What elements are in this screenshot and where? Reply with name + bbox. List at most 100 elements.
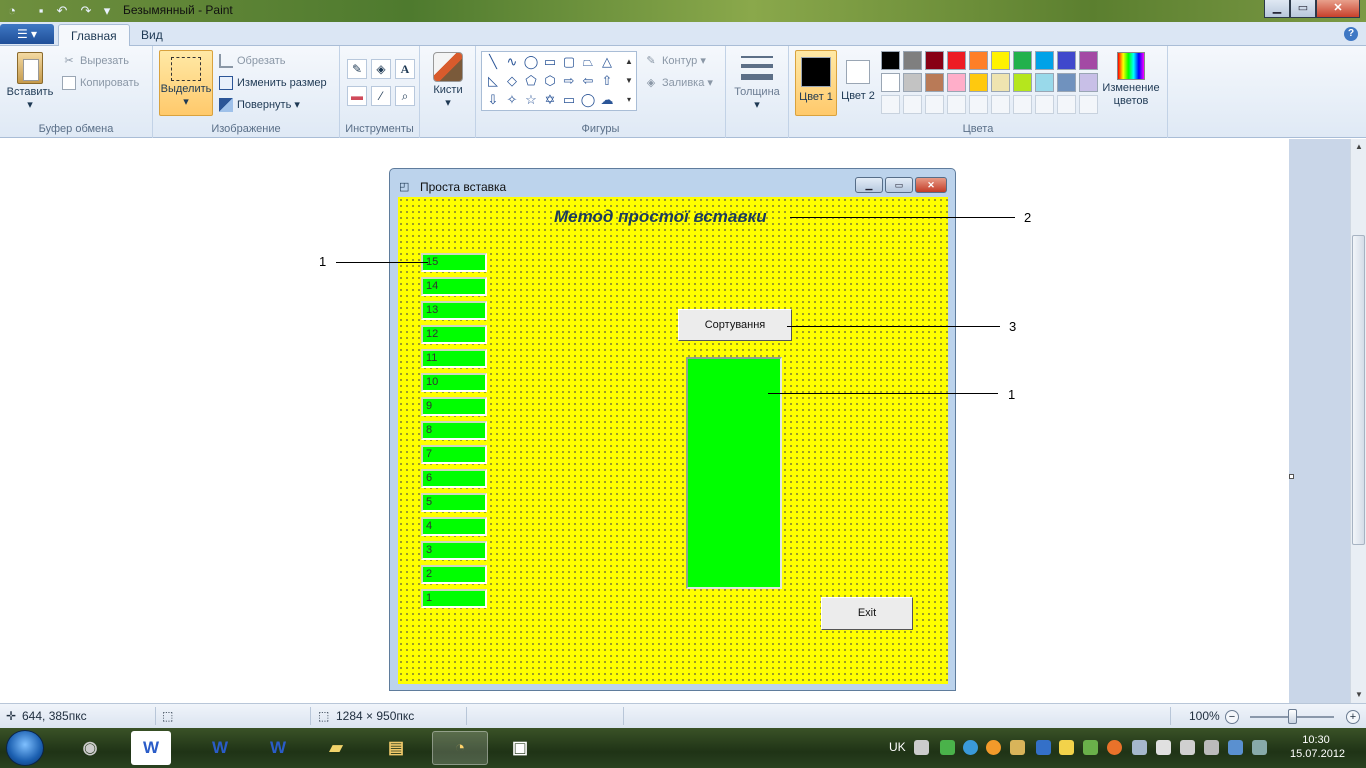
number-cell[interactable]: 7 — [421, 445, 487, 464]
fill-bucket-icon[interactable]: ◈ — [371, 59, 391, 79]
oval-shape-icon[interactable]: ◯ — [522, 53, 540, 71]
paint-taskbar-icon[interactable]: ◔ — [432, 731, 488, 765]
up-arrow-shape-icon[interactable]: ⇧ — [598, 72, 616, 90]
explorer-folder-icon[interactable]: ▤ — [368, 731, 424, 765]
paint-app-icon[interactable]: ◔ — [4, 3, 20, 19]
palette-empty-swatch[interactable] — [1057, 95, 1076, 114]
number-cell[interactable]: 2 — [421, 565, 487, 584]
palette-swatch[interactable] — [1057, 73, 1076, 92]
zoom-out-button[interactable]: − — [1225, 710, 1239, 724]
help-icon[interactable]: ? — [1344, 27, 1358, 41]
customize-toolbar-icon[interactable]: ▾ — [99, 3, 115, 19]
gallery-scroll-down-icon[interactable]: ▼ — [620, 72, 638, 90]
usb-tray-icon[interactable] — [1132, 740, 1147, 755]
close-button[interactable]: ✕ — [1316, 0, 1360, 18]
palette-empty-swatch[interactable] — [991, 95, 1010, 114]
language-indicator[interactable]: UK — [889, 740, 906, 754]
number-cell[interactable]: 9 — [421, 397, 487, 416]
undo-icon[interactable]: ↶ — [54, 3, 70, 19]
right-triangle-shape-icon[interactable]: ◺ — [484, 72, 502, 90]
polygon-shape-icon[interactable]: ⏢ — [579, 53, 597, 71]
number-cell[interactable]: 12 — [421, 325, 487, 344]
resize-button[interactable]: Изменить размер — [219, 74, 327, 92]
palette-swatch[interactable] — [947, 51, 966, 70]
number-cell[interactable]: 13 — [421, 301, 487, 320]
callout-rect-shape-icon[interactable]: ▭ — [560, 91, 578, 109]
cut-button[interactable]: ✂ Вырезать — [62, 52, 129, 70]
rounded-rectangle-shape-icon[interactable]: ▢ — [560, 53, 578, 71]
number-cell[interactable]: 3 — [421, 541, 487, 560]
four-point-star-shape-icon[interactable]: ✧ — [503, 91, 521, 109]
cloud-callout-shape-icon[interactable]: ☁ — [598, 91, 616, 109]
power-tray-icon[interactable] — [1252, 740, 1267, 755]
update-tray-icon[interactable] — [1083, 740, 1098, 755]
antivirus-tray-icon[interactable] — [1107, 740, 1122, 755]
palette-swatch[interactable] — [991, 51, 1010, 70]
palette-swatch[interactable] — [1035, 73, 1054, 92]
number-cell[interactable]: 11 — [421, 349, 487, 368]
palette-swatch[interactable] — [1013, 51, 1032, 70]
palette-swatch[interactable] — [925, 73, 944, 92]
pentagon-shape-icon[interactable]: ⬠ — [522, 72, 540, 90]
palette-swatch[interactable] — [1057, 51, 1076, 70]
palette-swatch[interactable] — [881, 51, 900, 70]
vk-tray-icon[interactable] — [1036, 740, 1051, 755]
sort-button[interactable]: Сортування — [678, 309, 792, 341]
flag-tray-icon[interactable] — [1204, 740, 1219, 755]
diamond-shape-icon[interactable]: ◇ — [503, 72, 521, 90]
rotate-button[interactable]: Повернуть ▾ — [219, 96, 300, 114]
palette-empty-swatch[interactable] — [1035, 95, 1054, 114]
palette-swatch[interactable] — [903, 51, 922, 70]
down-arrow-shape-icon[interactable]: ⇩ — [484, 91, 502, 109]
palette-empty-swatch[interactable] — [969, 95, 988, 114]
eraser-icon[interactable]: ▬ — [347, 86, 367, 106]
start-button[interactable] — [6, 730, 44, 766]
palette-swatch[interactable] — [1079, 51, 1098, 70]
visual-basic-taskbar-icon[interactable]: ▣ — [492, 731, 548, 765]
curve-shape-icon[interactable]: ∿ — [503, 53, 521, 71]
outline-button[interactable]: ✎ Контур ▾ — [644, 52, 705, 70]
volume-tray-icon[interactable] — [1180, 740, 1195, 755]
scroll-thumb[interactable] — [1352, 235, 1365, 545]
select-button[interactable]: Выделить ▾ — [159, 50, 213, 116]
left-arrow-shape-icon[interactable]: ⇦ — [579, 72, 597, 90]
palette-swatch[interactable] — [969, 73, 988, 92]
clock[interactable]: 10:30 15.07.2012 — [1290, 733, 1345, 761]
zoom-slider-knob[interactable] — [1288, 709, 1297, 724]
magnifier-icon[interactable]: ⌕ — [395, 86, 415, 106]
shapes-gallery[interactable]: ╲ ∿ ◯ ▭ ▢ ⏢ △ ◺ ◇ ⬠ ⬡ ⇨ ⇦ ⇧ ⇩ ✧ ☆ ✡ ▭ ◯ … — [481, 51, 637, 111]
palette-empty-swatch[interactable] — [947, 95, 966, 114]
tab-home[interactable]: Главная — [58, 24, 130, 46]
crop-button[interactable]: Обрезать — [219, 52, 286, 70]
save-icon[interactable]: ▪ — [33, 3, 49, 19]
fill-button[interactable]: ◈ Заливка ▾ — [644, 74, 713, 92]
canvas-resize-handle[interactable] — [1289, 474, 1294, 479]
palette-swatch[interactable] — [925, 51, 944, 70]
number-cell[interactable]: 6 — [421, 469, 487, 488]
number-cell[interactable]: 10 — [421, 373, 487, 392]
scroll-up-icon[interactable]: ▲ — [1351, 139, 1366, 155]
number-cell[interactable]: 5 — [421, 493, 487, 512]
redo-icon[interactable]: ↷ — [78, 3, 94, 19]
zoom-in-button[interactable]: + — [1346, 710, 1360, 724]
edit-colors-button[interactable]: Изменение цветов — [1097, 52, 1165, 108]
color-picker-icon[interactable]: ⁄ — [371, 86, 391, 106]
archive-tray-icon[interactable] — [1010, 740, 1025, 755]
number-cell[interactable]: 14 — [421, 277, 487, 296]
palette-swatch[interactable] — [1013, 73, 1032, 92]
gallery-expand-icon[interactable]: ▾ — [620, 91, 638, 109]
network-tray-icon[interactable] — [963, 740, 978, 755]
vb-close-button[interactable]: ✕ — [915, 177, 947, 193]
six-point-star-shape-icon[interactable]: ✡ — [541, 91, 559, 109]
browser-tray-icon[interactable] — [986, 740, 1001, 755]
color2-button[interactable]: Цвет 2 — [839, 50, 877, 116]
number-cell[interactable]: 8 — [421, 421, 487, 440]
gallery-scroll-up-icon[interactable]: ▲ — [620, 53, 638, 71]
palette-swatch[interactable] — [1035, 51, 1054, 70]
palette-swatch[interactable] — [903, 73, 922, 92]
palette-swatch[interactable] — [969, 51, 988, 70]
palette-empty-swatch[interactable] — [903, 95, 922, 114]
five-point-star-shape-icon[interactable]: ☆ — [522, 91, 540, 109]
battery-tray-icon[interactable] — [940, 740, 955, 755]
scroll-down-icon[interactable]: ▼ — [1351, 687, 1366, 703]
